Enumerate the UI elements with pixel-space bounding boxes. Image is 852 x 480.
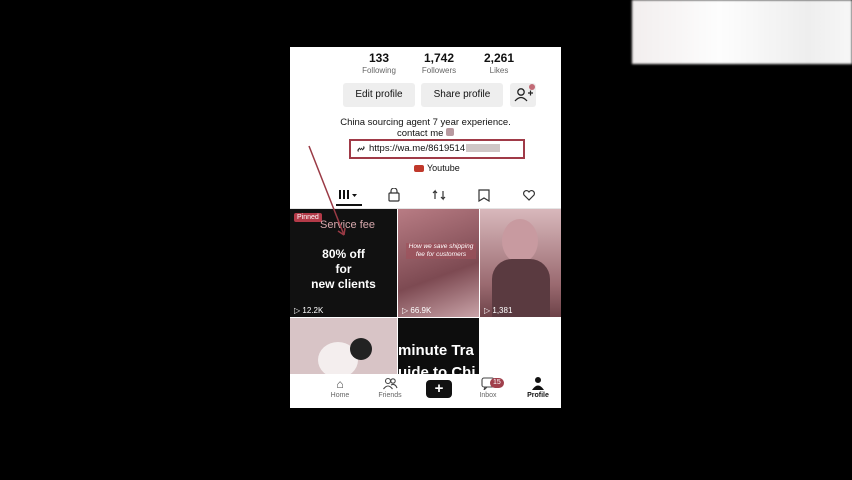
annotation-arrow <box>308 145 346 236</box>
